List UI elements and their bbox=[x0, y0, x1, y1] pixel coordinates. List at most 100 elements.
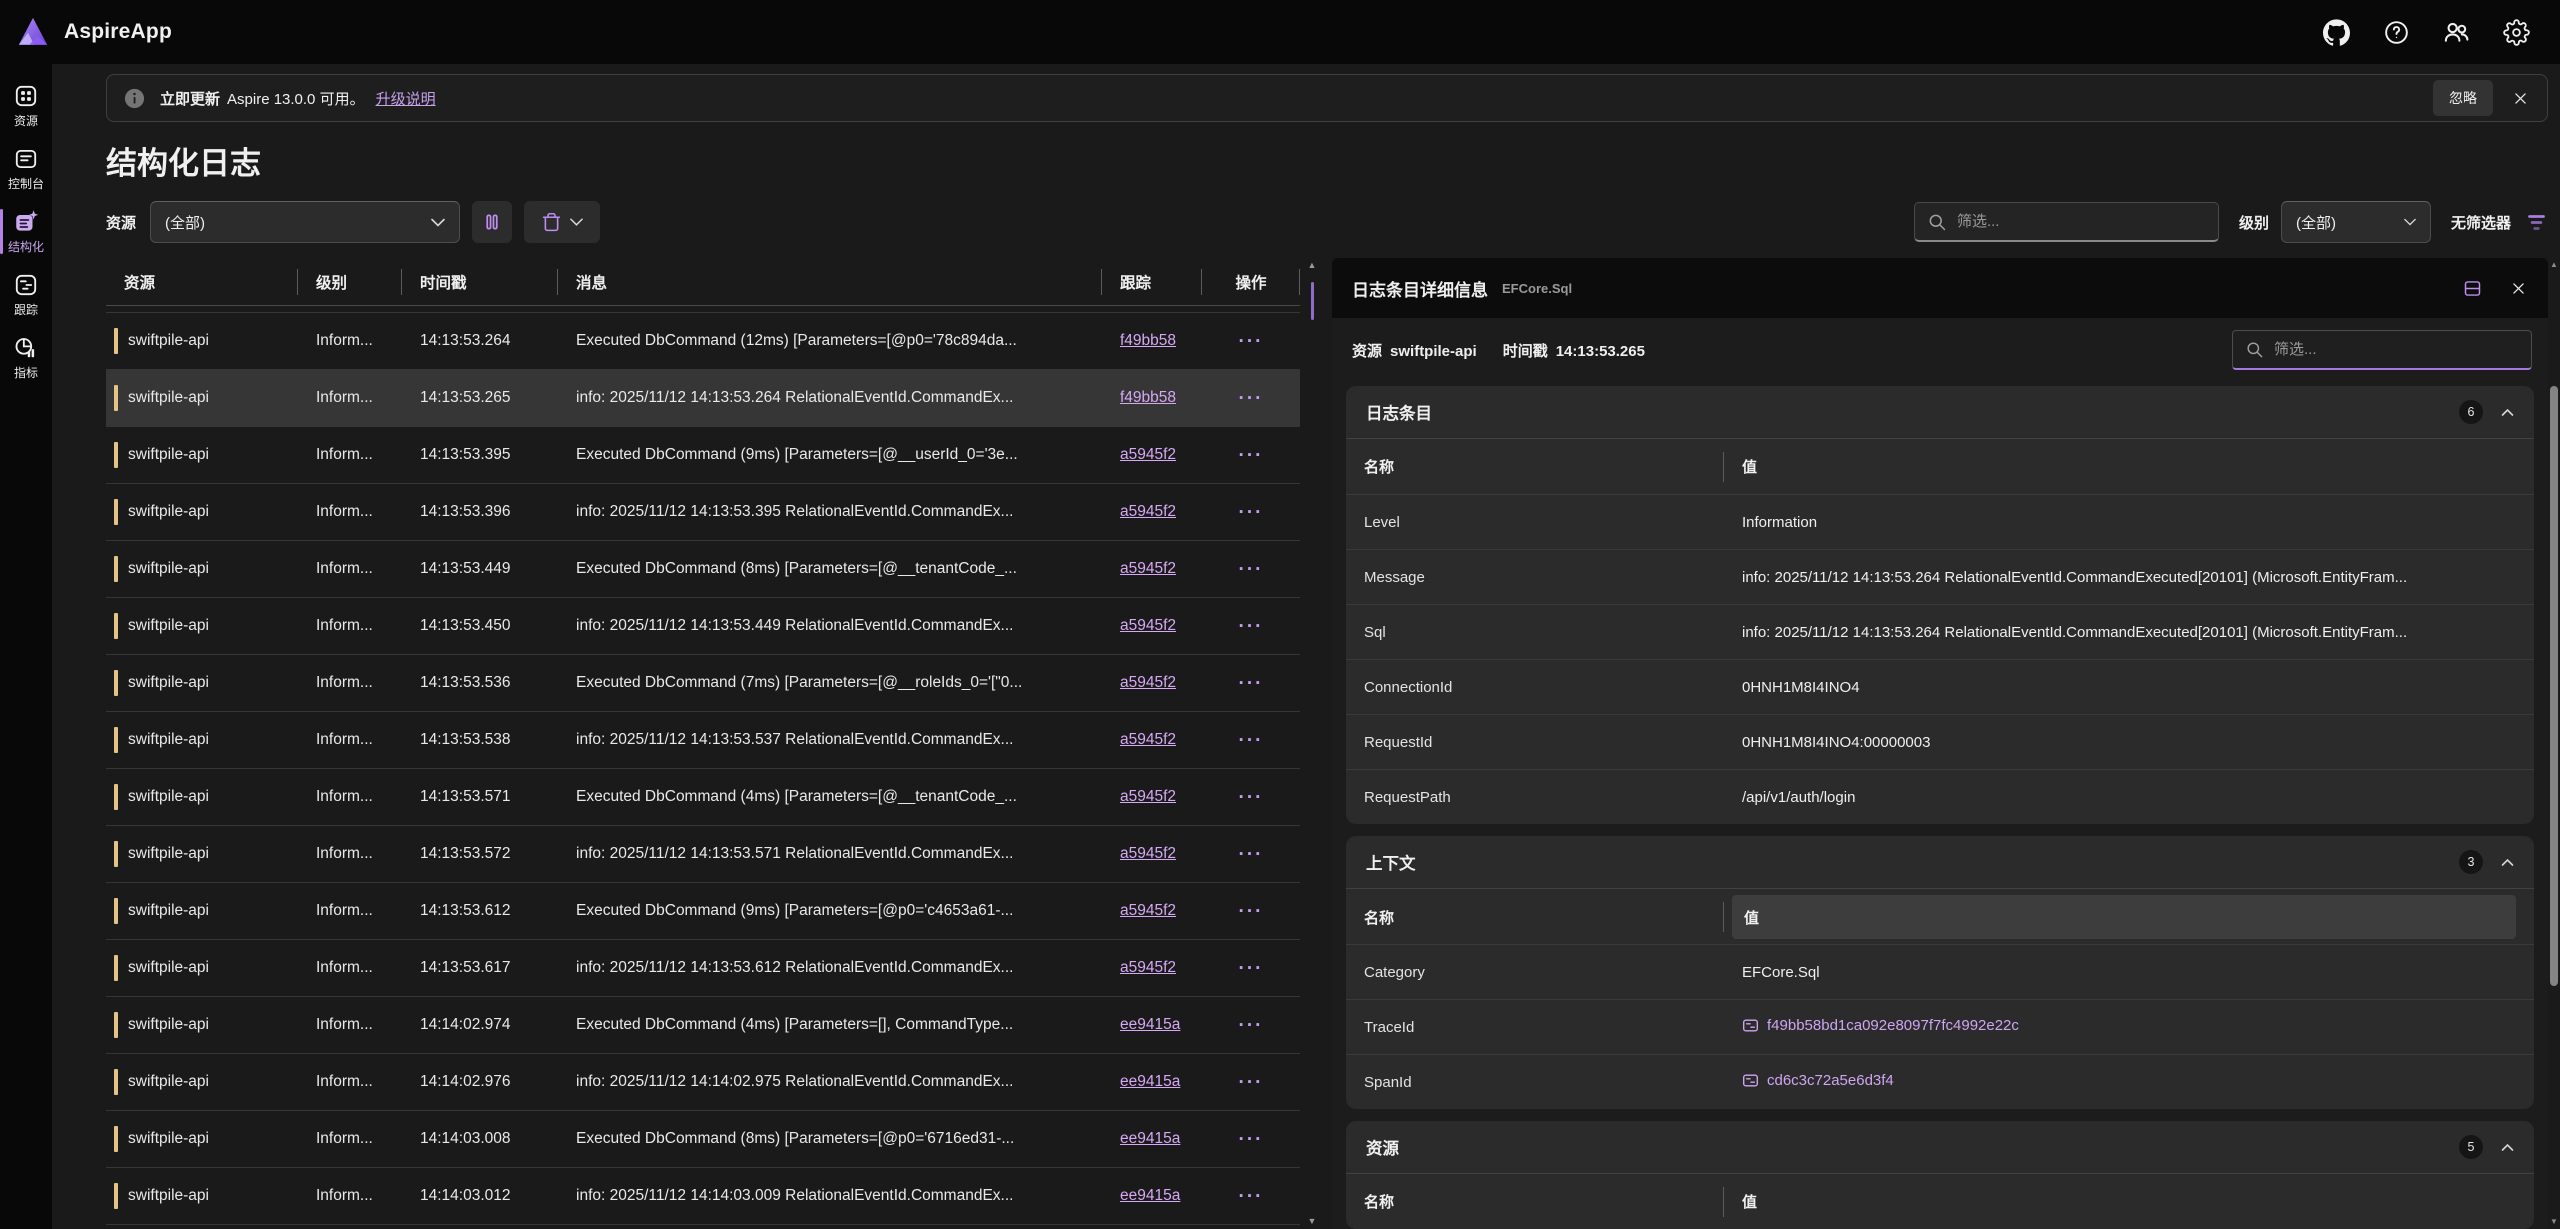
trace-link[interactable]: ee9415a bbox=[1120, 1073, 1180, 1090]
trace-link[interactable]: a5945f2 bbox=[1120, 446, 1176, 463]
section-header[interactable]: 资源5 bbox=[1346, 1121, 2534, 1173]
banner-close-icon[interactable] bbox=[2503, 81, 2537, 115]
chevron-up-icon[interactable] bbox=[2501, 858, 2514, 867]
upgrade-link[interactable]: 升级说明 bbox=[376, 88, 436, 109]
trace-link[interactable]: ee9415a bbox=[1120, 1016, 1180, 1033]
details-sections: 日志条目6名称值LevelInformationMessageinfo: 202… bbox=[1332, 382, 2548, 1229]
log-row[interactable]: swiftpile-apiInform...14:14:03.008Execut… bbox=[106, 1111, 1300, 1168]
more-actions-button[interactable]: ··· bbox=[1233, 1012, 1270, 1039]
settings-icon[interactable] bbox=[2500, 16, 2532, 48]
cell-trace: a5945f2 bbox=[1102, 902, 1202, 920]
filter-icon[interactable] bbox=[2525, 213, 2548, 232]
more-actions-button[interactable]: ··· bbox=[1233, 727, 1270, 754]
details-meta: 资源 swiftpile-api 时间戳 14:13:53.265 bbox=[1332, 318, 2548, 382]
cell-actions: ··· bbox=[1202, 385, 1300, 412]
resource-select[interactable]: (全部) bbox=[150, 201, 460, 243]
trace-link[interactable]: a5945f2 bbox=[1120, 674, 1176, 691]
log-row[interactable]: swiftpile-apiInform...14:13:53.449Execut… bbox=[106, 541, 1300, 598]
details-filter-input[interactable] bbox=[2274, 341, 2519, 358]
people-icon[interactable] bbox=[2440, 16, 2472, 48]
resource-color-bar bbox=[114, 784, 118, 810]
more-actions-button[interactable]: ··· bbox=[1233, 841, 1270, 868]
trace-link[interactable]: a5945f2 bbox=[1120, 845, 1176, 862]
more-actions-button[interactable]: ··· bbox=[1233, 670, 1270, 697]
cell-message: info: 2025/11/12 14:14:03.009 Relational… bbox=[558, 1187, 1102, 1205]
dismiss-button[interactable]: 忽略 bbox=[2433, 80, 2493, 116]
trace-link[interactable]: ee9415a bbox=[1120, 1187, 1180, 1204]
more-actions-button[interactable]: ··· bbox=[1233, 613, 1270, 640]
scrollbar-thumb[interactable] bbox=[2550, 386, 2558, 986]
trash-icon bbox=[541, 212, 562, 233]
more-actions-button[interactable]: ··· bbox=[1233, 955, 1270, 982]
resource-color-bar bbox=[114, 727, 118, 753]
trace-link[interactable]: a5945f2 bbox=[1120, 560, 1176, 577]
log-table-scrollbar[interactable]: ▲ ▼ bbox=[1304, 258, 1320, 1229]
more-actions-button[interactable]: ··· bbox=[1233, 385, 1270, 412]
trace-link[interactable]: ee9415a bbox=[1120, 1130, 1180, 1147]
log-row[interactable]: swiftpile-apiInform...14:13:53.617info: … bbox=[106, 940, 1300, 997]
details-title: 日志条目详细信息 bbox=[1352, 276, 1488, 301]
cell-timestamp: 14:14:02.976 bbox=[402, 1073, 558, 1091]
trace-id-link[interactable]: cd6c3c72a5e6d3f4 bbox=[1742, 1072, 1894, 1089]
pause-button[interactable] bbox=[472, 201, 512, 243]
log-row[interactable]: swiftpile-apiInform...14:13:53.536Execut… bbox=[106, 655, 1300, 712]
more-actions-button[interactable]: ··· bbox=[1233, 898, 1270, 925]
trace-link[interactable]: a5945f2 bbox=[1120, 959, 1176, 976]
trace-link[interactable]: a5945f2 bbox=[1120, 617, 1176, 634]
more-actions-button[interactable]: ··· bbox=[1233, 784, 1270, 811]
scroll-up-icon[interactable]: ▲ bbox=[2550, 261, 2558, 269]
trace-link[interactable]: f49bb58 bbox=[1120, 389, 1176, 406]
trace-link[interactable]: f49bb58 bbox=[1120, 332, 1176, 349]
more-actions-button[interactable]: ··· bbox=[1233, 556, 1270, 583]
trace-link[interactable]: a5945f2 bbox=[1120, 503, 1176, 520]
more-actions-button[interactable]: ··· bbox=[1233, 499, 1270, 526]
clear-logs-button[interactable] bbox=[524, 201, 600, 243]
section-header[interactable]: 日志条目6 bbox=[1346, 386, 2534, 438]
main-content: 立即更新 Aspire 13.0.0 可用。 升级说明 忽略 结构化日志 资源 … bbox=[52, 64, 2560, 1229]
log-row[interactable]: swiftpile-apiInform...14:13:53.265info: … bbox=[106, 370, 1300, 427]
split-panel-icon[interactable] bbox=[2456, 272, 2488, 304]
page-title: 结构化日志 bbox=[106, 138, 2560, 183]
level-select[interactable]: (全部) bbox=[2281, 201, 2431, 243]
more-actions-button[interactable]: ··· bbox=[1233, 1126, 1270, 1153]
log-row[interactable]: swiftpile-apiInform...14:14:02.974Execut… bbox=[106, 997, 1300, 1054]
cell-trace: a5945f2 bbox=[1102, 788, 1202, 806]
log-row[interactable]: swiftpile-apiInform...14:13:53.395Execut… bbox=[106, 427, 1300, 484]
close-icon[interactable] bbox=[2502, 272, 2534, 304]
more-actions-button[interactable]: ··· bbox=[1233, 1183, 1270, 1210]
more-actions-button[interactable]: ··· bbox=[1233, 328, 1270, 355]
log-row[interactable]: swiftpile-apiInform...14:14:02.976info: … bbox=[106, 1054, 1300, 1111]
log-row[interactable]: swiftpile-apiInform...14:13:53.612Execut… bbox=[106, 883, 1300, 940]
details-scrollbar[interactable]: ▲ ▼ bbox=[2548, 258, 2560, 1229]
log-filter-input[interactable] bbox=[1957, 213, 2206, 230]
log-row[interactable]: swiftpile-apiInform...14:13:53.538info: … bbox=[106, 712, 1300, 769]
log-row[interactable]: swiftpile-apiInform...14:14:03.012info: … bbox=[106, 1168, 1300, 1225]
cell-message: Executed DbCommand (4ms) [Parameters=[],… bbox=[558, 1016, 1102, 1034]
log-row[interactable]: swiftpile-apiInform...14:13:53.264Execut… bbox=[106, 313, 1300, 370]
sidebar-item-console[interactable]: 控制台 bbox=[0, 137, 52, 200]
sidebar-item-structured[interactable]: 结构化 bbox=[0, 200, 52, 263]
log-row[interactable]: swiftpile-apiInform...14:13:53.571Execut… bbox=[106, 769, 1300, 826]
sidebar-item-resources[interactable]: 资源 bbox=[0, 74, 52, 137]
sidebar-item-metrics[interactable]: 指标 bbox=[0, 326, 52, 389]
scroll-up-icon[interactable]: ▲ bbox=[1308, 261, 1317, 270]
more-actions-button[interactable]: ··· bbox=[1233, 1069, 1270, 1096]
trace-id-link[interactable]: f49bb58bd1ca092e8097f7fc4992e22c bbox=[1742, 1017, 2019, 1034]
section-header[interactable]: 上下文3 bbox=[1346, 836, 2534, 888]
sidebar-item-traces[interactable]: 跟踪 bbox=[0, 263, 52, 326]
help-icon[interactable] bbox=[2380, 16, 2412, 48]
github-icon[interactable] bbox=[2320, 16, 2352, 48]
trace-link[interactable]: a5945f2 bbox=[1120, 731, 1176, 748]
scrollbar-thumb[interactable] bbox=[1311, 282, 1314, 320]
trace-link[interactable]: a5945f2 bbox=[1120, 902, 1176, 919]
log-row[interactable]: swiftpile-apiInform...14:13:53.572info: … bbox=[106, 826, 1300, 883]
cell-message: Executed DbCommand (8ms) [Parameters=[@p… bbox=[558, 1130, 1102, 1148]
scroll-down-icon[interactable]: ▼ bbox=[2550, 1218, 2558, 1226]
log-row[interactable]: swiftpile-apiInform...14:13:53.396info: … bbox=[106, 484, 1300, 541]
chevron-up-icon[interactable] bbox=[2501, 1143, 2514, 1152]
log-row[interactable]: swiftpile-apiInform...14:13:53.450info: … bbox=[106, 598, 1300, 655]
scroll-down-icon[interactable]: ▼ bbox=[1308, 1217, 1317, 1226]
trace-link[interactable]: a5945f2 bbox=[1120, 788, 1176, 805]
more-actions-button[interactable]: ··· bbox=[1233, 442, 1270, 469]
chevron-up-icon[interactable] bbox=[2501, 408, 2514, 417]
